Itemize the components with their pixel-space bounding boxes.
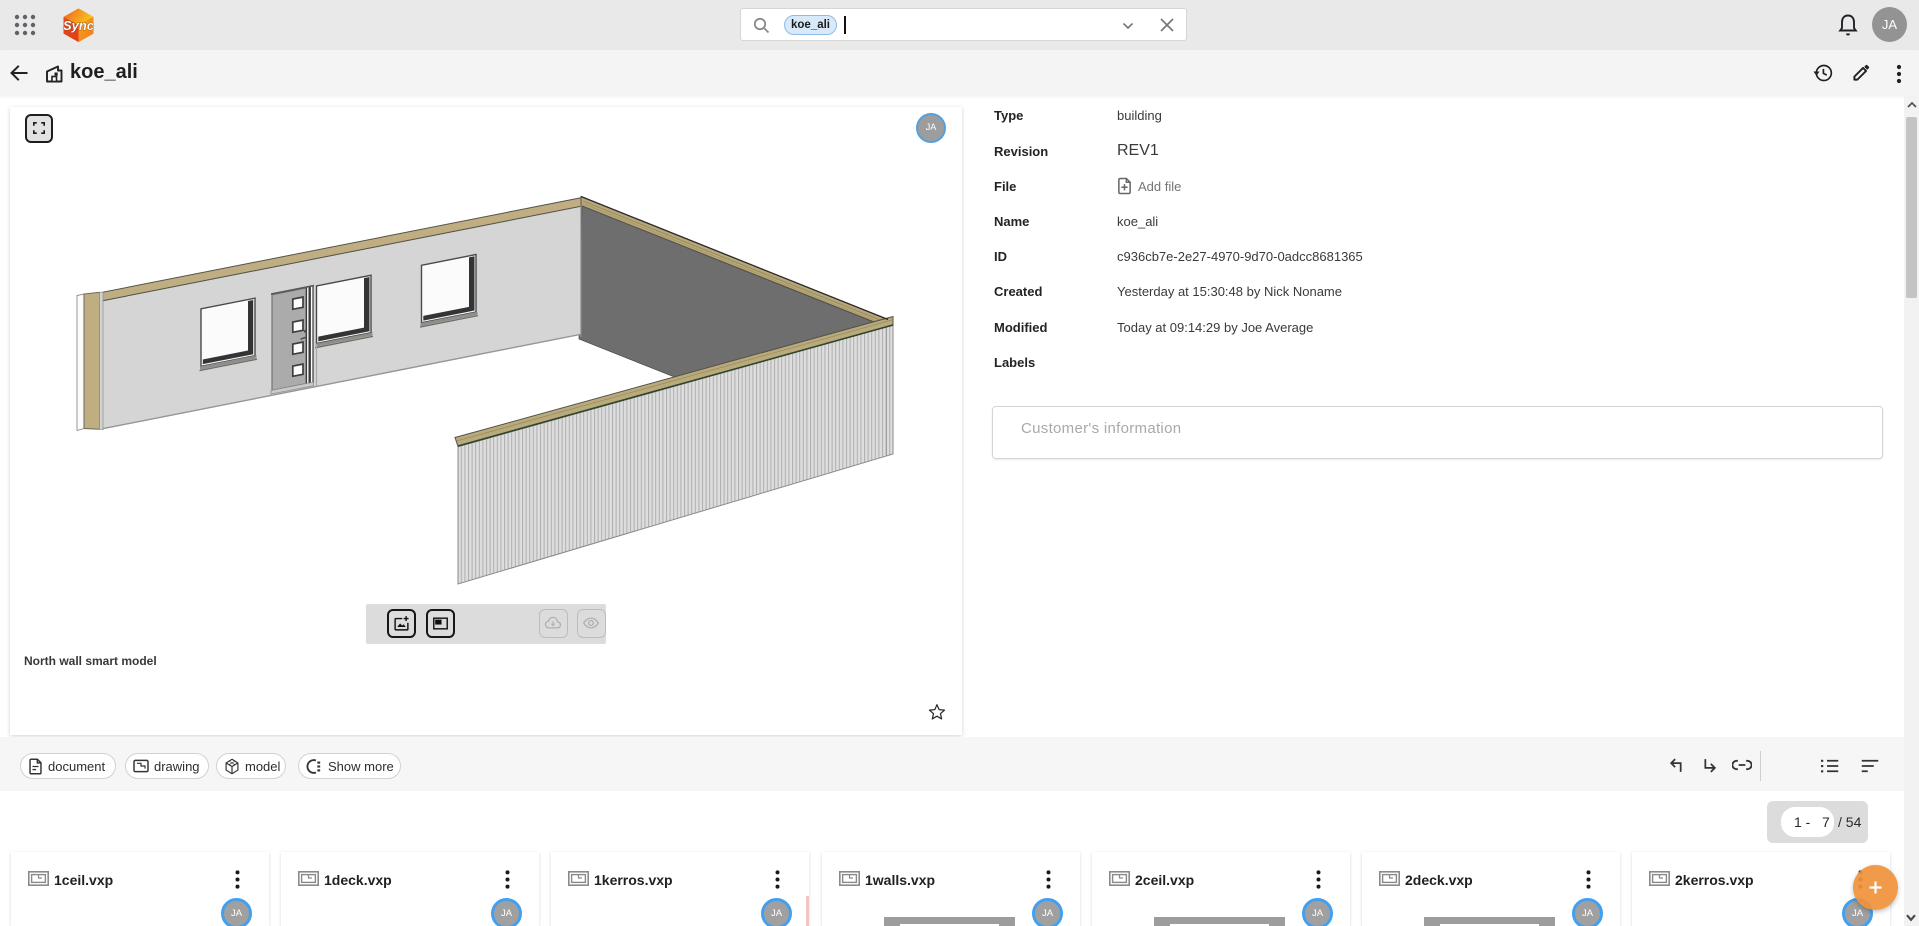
- svg-text:Sync: Sync: [63, 18, 95, 33]
